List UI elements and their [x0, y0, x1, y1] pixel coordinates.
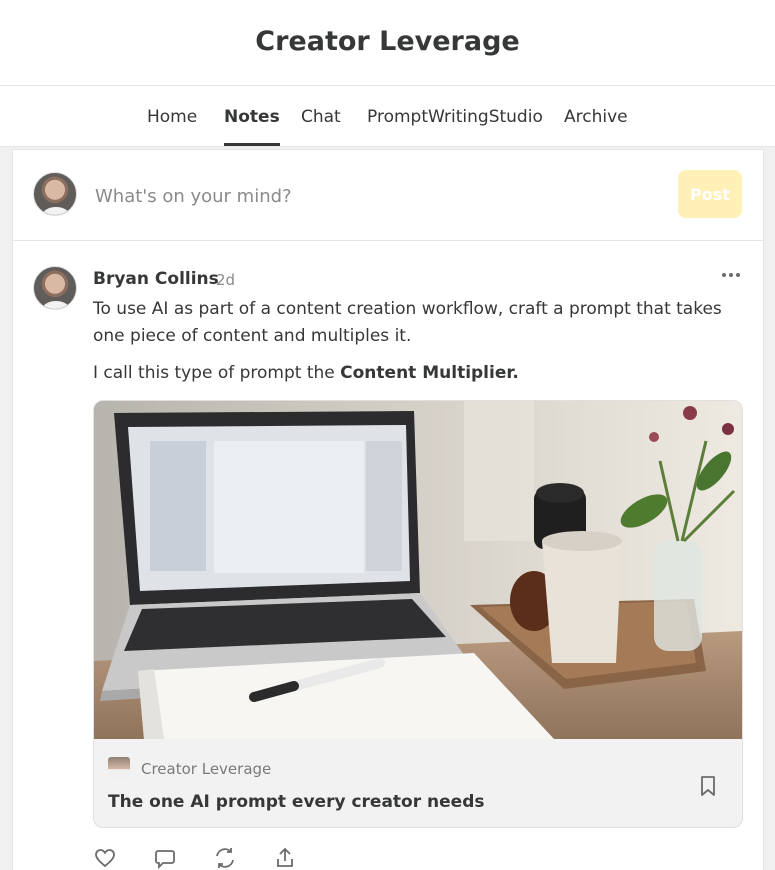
publication-title[interactable]: Creator Leverage — [255, 26, 519, 57]
note-composer-input[interactable] — [93, 178, 497, 214]
comment-icon[interactable] — [153, 846, 177, 870]
note-paragraph: I call this type of prompt the Content M… — [93, 360, 748, 387]
author-name[interactable]: Bryan Collins — [93, 269, 219, 289]
more-horizontal-icon[interactable] — [719, 263, 743, 287]
embed-cover-image — [94, 401, 742, 739]
composer-divider — [13, 240, 763, 241]
tab-home[interactable]: Home — [147, 86, 197, 146]
publication-nav: Home Notes Chat PromptWritingStudio Arch… — [0, 86, 775, 147]
note-timestamp[interactable]: 2d — [216, 271, 235, 289]
restack-icon[interactable] — [213, 846, 237, 870]
note-bold-text: Content Multiplier. — [340, 363, 519, 383]
note-paragraph: To use AI as part of a content creation … — [93, 299, 722, 346]
current-user-avatar[interactable] — [33, 172, 77, 216]
author-avatar[interactable] — [33, 266, 77, 310]
tab-chat[interactable]: Chat — [301, 86, 341, 146]
publication-logo-icon — [108, 757, 130, 779]
note-text: I call this type of prompt the — [93, 363, 341, 383]
embed-post-title[interactable]: The one AI prompt every creator needs — [108, 792, 484, 812]
tab-promptwritingstudio[interactable]: PromptWritingStudio — [367, 86, 543, 146]
share-icon[interactable] — [273, 846, 297, 870]
embed-publication-name: Creator Leverage — [141, 760, 272, 778]
heart-icon[interactable] — [93, 846, 117, 870]
post-button[interactable]: Post — [678, 170, 742, 218]
tab-notes[interactable]: Notes — [224, 86, 280, 146]
bookmark-icon[interactable] — [698, 775, 718, 797]
publication-header: Creator Leverage — [0, 0, 775, 86]
post-embed-card[interactable]: Creator Leverage The one AI prompt every… — [93, 400, 743, 828]
tab-archive[interactable]: Archive — [564, 86, 628, 146]
notes-feed: Post Bryan Collins 2d To use AI as part … — [12, 149, 764, 870]
note-body: To use AI as part of a content creation … — [93, 296, 748, 397]
